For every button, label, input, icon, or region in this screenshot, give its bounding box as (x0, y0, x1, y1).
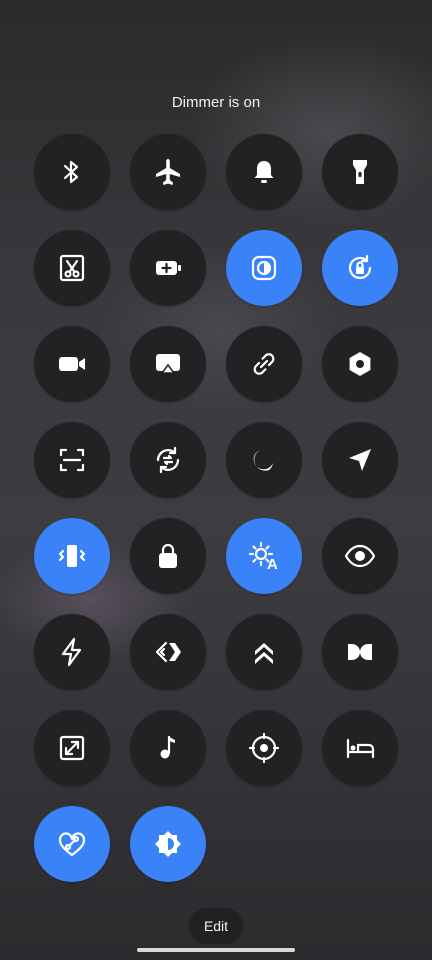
airplane-icon (156, 159, 180, 185)
vibrate-icon (58, 545, 86, 567)
hexagon-settings-icon (349, 352, 371, 376)
lock-icon (159, 543, 177, 568)
heart-link-icon (58, 832, 86, 857)
bed-icon (346, 738, 375, 759)
lightning-toggle[interactable] (34, 614, 110, 690)
cast-screen-icon (156, 354, 180, 374)
code-diamond-toggle[interactable] (130, 614, 206, 690)
scissors-icon (59, 254, 85, 282)
battery-saver-toggle[interactable] (130, 230, 206, 306)
lock-toggle[interactable] (130, 518, 206, 594)
location-arrow-toggle[interactable] (322, 422, 398, 498)
moon-toggle[interactable] (226, 422, 302, 498)
screen-resize-toggle[interactable] (34, 710, 110, 786)
bed-toggle[interactable] (322, 710, 398, 786)
vibrate-toggle[interactable] (34, 518, 110, 594)
hexagon-settings-toggle[interactable] (322, 326, 398, 402)
brightness-toggle[interactable] (130, 806, 206, 882)
music-note-icon (160, 735, 175, 759)
data-sync-icon (156, 446, 180, 474)
bluetooth-icon (63, 160, 79, 184)
dark-mode-icon (251, 255, 277, 281)
screen-resize-icon (59, 735, 85, 761)
brightness-icon (155, 831, 181, 857)
auto-brightness-icon: A (248, 541, 278, 573)
location-arrow-icon (349, 449, 371, 471)
dark-mode-toggle[interactable] (226, 230, 302, 306)
eye-toggle[interactable] (322, 518, 398, 594)
double-chevron-up-icon (255, 643, 273, 664)
bell-toggle[interactable] (226, 134, 302, 210)
link-icon (253, 353, 275, 375)
flashlight-icon (353, 160, 367, 184)
lightning-icon (61, 637, 82, 667)
dolby-toggle[interactable] (322, 614, 398, 690)
scan-icon (59, 448, 85, 472)
rotation-lock-icon (348, 254, 372, 280)
home-handle[interactable] (137, 948, 295, 952)
airplane-toggle[interactable] (130, 134, 206, 210)
link-toggle[interactable] (226, 326, 302, 402)
data-sync-toggle[interactable] (130, 422, 206, 498)
scan-toggle[interactable] (34, 422, 110, 498)
bluetooth-toggle[interactable] (34, 134, 110, 210)
battery-saver-icon (156, 261, 181, 275)
music-note-toggle[interactable] (130, 710, 206, 786)
flashlight-toggle[interactable] (322, 134, 398, 210)
eye-icon (344, 544, 376, 568)
video-camera-toggle[interactable] (34, 326, 110, 402)
cast-screen-toggle[interactable] (130, 326, 206, 402)
dolby-icon (348, 644, 372, 660)
target-icon (248, 732, 280, 764)
rotation-lock-toggle[interactable] (322, 230, 398, 306)
edit-button[interactable]: Edit (189, 908, 243, 944)
code-diamond-icon (155, 641, 181, 663)
scissors-toggle[interactable] (34, 230, 110, 306)
double-chevron-up-toggle[interactable] (226, 614, 302, 690)
video-camera-icon (59, 357, 85, 371)
moon-icon (253, 450, 273, 471)
auto-brightness-toggle[interactable]: A (226, 518, 302, 594)
status-text: Dimmer is on (171, 94, 261, 111)
heart-link-toggle[interactable] (34, 806, 110, 882)
target-toggle[interactable] (226, 710, 302, 786)
svg-text:A: A (267, 556, 278, 573)
bell-icon (254, 161, 274, 183)
